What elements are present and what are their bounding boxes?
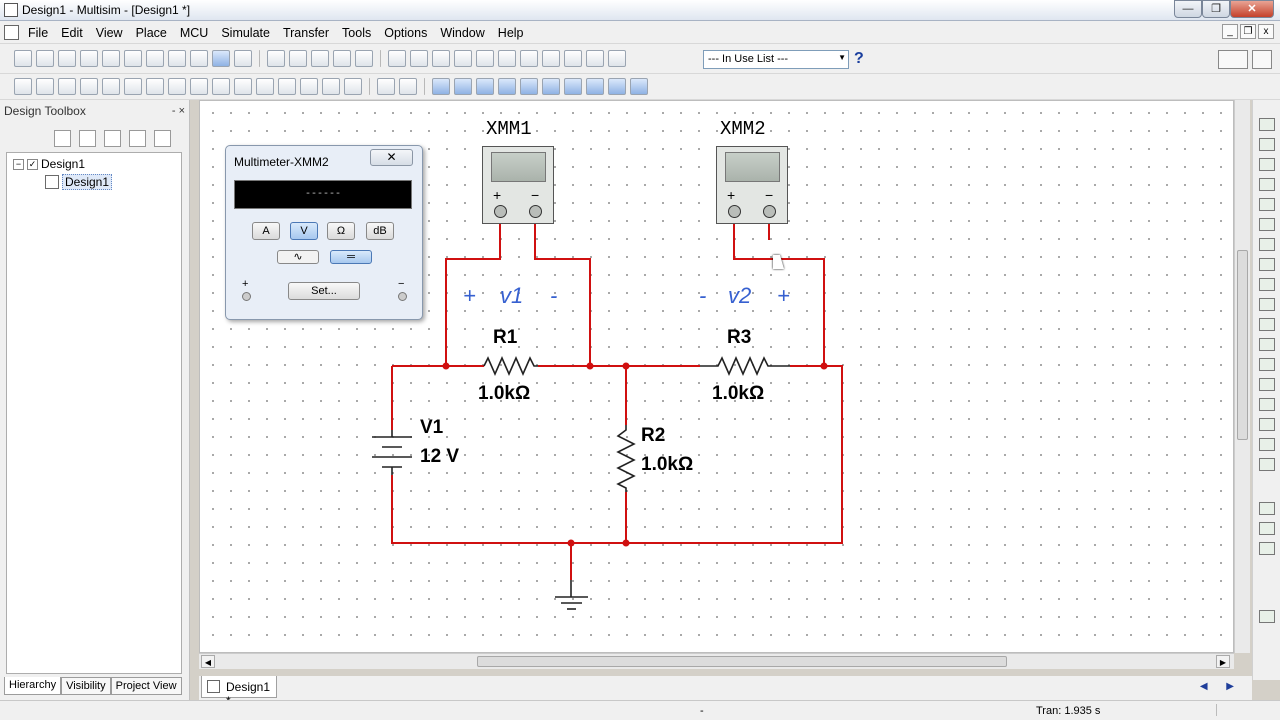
scroll-right-icon[interactable]: ▶	[1216, 655, 1230, 668]
network-analyzer-icon[interactable]	[1259, 378, 1275, 391]
schematic-sheet-icon	[207, 680, 220, 693]
multimeter-close-button[interactable]: ✕	[370, 149, 413, 166]
r1-value[interactable]: 1.0kΩ	[478, 383, 530, 405]
transient-time-status: Tran: 1.935 s	[1036, 705, 1101, 717]
v2-minus-annotation: -	[699, 283, 707, 308]
multimeter-minus-terminal	[398, 292, 407, 301]
negative-terminal[interactable]	[529, 205, 542, 218]
word-generator-icon[interactable]	[1259, 258, 1275, 271]
multimeter-plus-terminal	[242, 292, 251, 301]
multimeter-xmm2[interactable]: + −	[716, 146, 788, 224]
ammeter-mode-button[interactable]: A	[252, 222, 280, 240]
ohmmeter-mode-button[interactable]: Ω	[327, 222, 355, 240]
r2-ref[interactable]: R2	[641, 425, 665, 447]
logic-analyzer-icon[interactable]	[1259, 298, 1275, 311]
function-generator-icon[interactable]	[1259, 138, 1275, 151]
scroll-left-icon[interactable]: ◀	[201, 655, 215, 668]
meter-face-icon	[725, 152, 780, 182]
multimeter-window-title: Multimeter-XMM2	[234, 155, 329, 169]
v1-plus-annotation: +	[463, 283, 476, 308]
decibel-mode-button[interactable]: dB	[366, 222, 394, 240]
vertical-scrollbar[interactable]	[1234, 100, 1250, 653]
meter-face-icon	[491, 152, 546, 182]
agilent-multimeter-icon[interactable]	[1259, 418, 1275, 431]
negative-terminal[interactable]	[763, 205, 776, 218]
multimeter-minus-label: −	[398, 278, 405, 290]
terminal-plus-label: +	[493, 187, 502, 203]
multimeter-set-button[interactable]: Set...	[288, 282, 360, 300]
resize-grip-icon[interactable]	[1216, 704, 1276, 716]
r3-ref[interactable]: R3	[727, 327, 751, 349]
ac-mode-button[interactable]: ∿	[277, 250, 319, 264]
circuit-wires	[372, 218, 843, 610]
horizontal-scrollbar[interactable]: ◀ ▶	[199, 653, 1234, 669]
terminal-plus-label: +	[727, 187, 736, 203]
tab-design1[interactable]: Design1 *	[201, 676, 277, 708]
current-probe-icon[interactable]	[1259, 610, 1275, 623]
agilent-oscilloscope-icon[interactable]	[1259, 438, 1275, 451]
v1-minus-annotation: -	[550, 283, 558, 308]
document-tab-bar: Design1 * ◀ ▶	[199, 676, 1252, 708]
r1-ref[interactable]: R1	[493, 327, 517, 349]
tektronix-oscilloscope-icon[interactable]	[1259, 458, 1275, 471]
multimeter-xmm1[interactable]: + −	[482, 146, 554, 224]
terminal-minus-label: −	[531, 187, 540, 203]
spectrum-analyzer-icon[interactable]	[1259, 358, 1275, 371]
labview-instrument-icon[interactable]	[1259, 522, 1275, 535]
r2-value[interactable]: 1.0kΩ	[641, 454, 693, 476]
mouse-cursor-icon	[773, 255, 784, 269]
agilent-generator-icon[interactable]	[1259, 398, 1275, 411]
voltmeter-mode-button[interactable]: V	[290, 222, 318, 240]
dc-mode-button[interactable]: ═	[330, 250, 372, 264]
tab-scroll-arrows[interactable]: ◀ ▶	[1200, 681, 1242, 692]
status-message: -	[700, 705, 704, 717]
xmm1-ref: XMM1	[486, 118, 532, 140]
v1-annotation: v1	[500, 283, 524, 308]
vertical-scroll-thumb[interactable]	[1237, 250, 1248, 440]
multimeter-instrument-icon[interactable]	[1259, 118, 1275, 131]
v2-annotation: v2	[728, 283, 752, 308]
oscilloscope-icon[interactable]	[1259, 178, 1275, 191]
v2-plus-annotation: +	[777, 283, 790, 308]
positive-terminal[interactable]	[494, 205, 507, 218]
v1-value[interactable]: 12 V	[420, 446, 459, 468]
r3-value[interactable]: 1.0kΩ	[712, 383, 764, 405]
multimeter-display: ------	[234, 180, 412, 209]
multimeter-xmm2-window[interactable]: Multimeter-XMM2 ✕ ------ A V Ω dB ∿ ═ Se…	[225, 145, 423, 320]
instruments-toolbar	[1252, 100, 1280, 680]
xmm2-ref: XMM2	[720, 118, 766, 140]
logic-converter-icon[interactable]	[1259, 278, 1275, 291]
positive-terminal[interactable]	[728, 205, 741, 218]
frequency-counter-icon[interactable]	[1259, 238, 1275, 251]
distortion-analyzer-icon[interactable]	[1259, 338, 1275, 351]
iv-analyzer-icon[interactable]	[1259, 318, 1275, 331]
bode-plotter-icon[interactable]	[1259, 218, 1275, 231]
ni-elvis-icon[interactable]	[1259, 542, 1275, 555]
horizontal-scroll-thumb[interactable]	[477, 656, 1007, 667]
v1-ref[interactable]: V1	[420, 417, 443, 439]
wattmeter-icon[interactable]	[1259, 158, 1275, 171]
multimeter-plus-label: +	[242, 278, 249, 290]
four-channel-oscilloscope-icon[interactable]	[1259, 198, 1275, 211]
status-bar: - Tran: 1.935 s	[0, 700, 1280, 720]
measurement-probe-icon[interactable]	[1259, 502, 1275, 515]
terminal-minus-label: −	[765, 187, 774, 203]
